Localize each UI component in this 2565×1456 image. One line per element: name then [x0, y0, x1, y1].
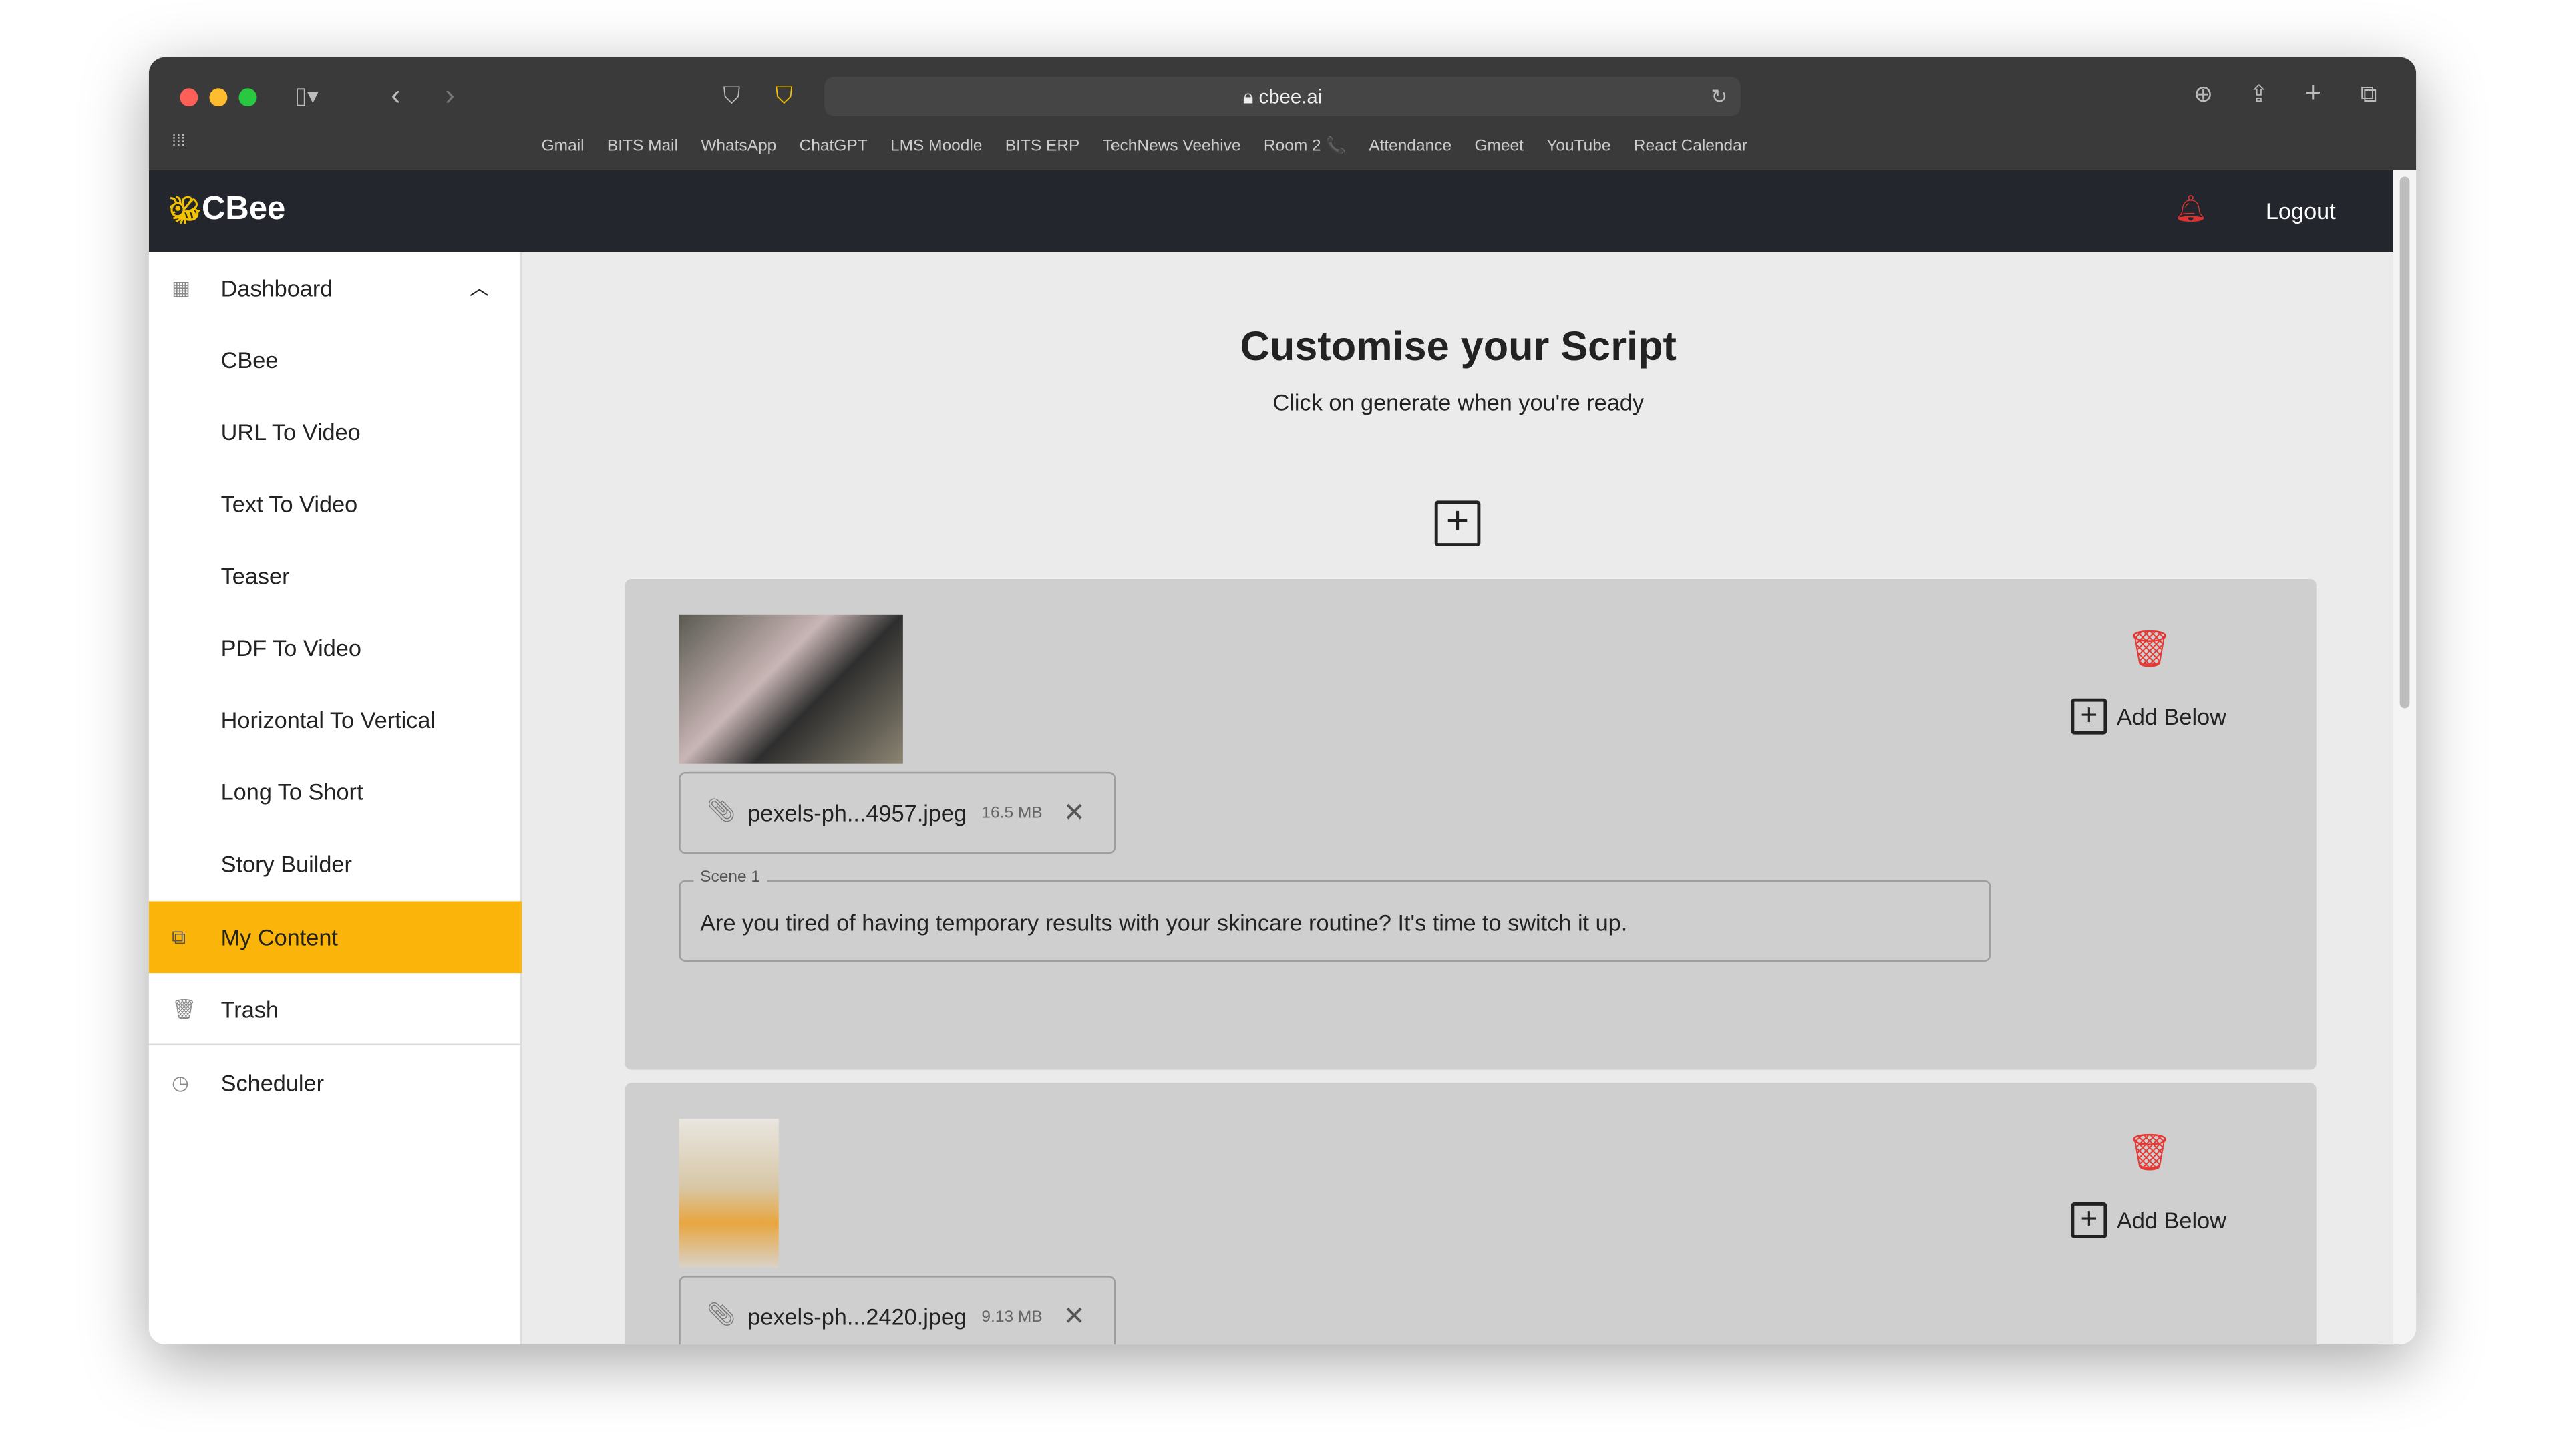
shield-icon[interactable]: ⛉ — [723, 81, 740, 110]
sidebar-item-long-to-short[interactable]: Long To Short — [149, 755, 522, 828]
label: Long To Short — [220, 778, 363, 805]
bookmark[interactable]: YouTube — [1546, 138, 1610, 156]
sidebar-item-trash[interactable]: 🗑︎ Trash — [148, 973, 522, 1045]
plus-square-icon: + — [2071, 1202, 2107, 1238]
adblock-shield-icon[interactable]: ⛉ — [776, 81, 793, 110]
bell-icon[interactable]: 🔔︎ — [2174, 193, 2208, 226]
label: Story Builder — [220, 850, 352, 877]
add-below-label: Add Below — [2117, 1207, 2226, 1234]
add-below-button[interactable]: + Add Below — [2071, 698, 2226, 735]
url-text: cbee.ai — [1258, 85, 1323, 108]
sidebar-item-cbee[interactable]: CBee — [149, 324, 522, 396]
page-title: Customise your Script — [1240, 323, 1677, 370]
tabs-overview-icon[interactable]: ⧉ — [2361, 80, 2377, 108]
file-name: pexels-ph...4957.jpeg — [747, 799, 967, 826]
bee-icon: 🐝︎ — [168, 198, 202, 226]
page-subtitle: Click on generate when you're ready — [1272, 389, 1645, 416]
paperclip-icon: 📎︎ — [706, 1300, 736, 1327]
back-icon[interactable]: ‹ — [391, 79, 401, 113]
minimize-window-button[interactable] — [209, 88, 228, 107]
add-below-label: Add Below — [2117, 703, 2226, 730]
sidebar-item-horizontal-to-vertical[interactable]: Horizontal To Vertical — [149, 684, 522, 756]
label: Horizontal To Vertical — [220, 706, 436, 733]
label: Trash — [220, 996, 279, 1023]
sidebar-item-url-to-video[interactable]: URL To Video — [149, 396, 522, 468]
app-header: 🐝︎CBee 🔔︎ Logout — [148, 170, 2393, 252]
logo[interactable]: 🐝︎CBee — [168, 192, 285, 229]
close-window-button[interactable] — [180, 88, 198, 107]
sidebar-item-dashboard[interactable]: ▦ Dashboard ︿ — [149, 252, 522, 324]
bookmark[interactable]: ChatGPT — [800, 138, 868, 156]
add-below-button[interactable]: + Add Below — [2071, 1202, 2226, 1238]
remove-file-icon[interactable]: ✕ — [1063, 1300, 1085, 1333]
sidebar: ▦ Dashboard ︿ CBee URL To Video Text To Vi… — [148, 252, 522, 1345]
label: URL To Video — [220, 418, 361, 445]
sidebar-item-pdf-to-video[interactable]: PDF To Video — [149, 612, 522, 684]
logo-text: CBee — [201, 191, 286, 228]
bookmark[interactable]: WhatsApp — [701, 138, 776, 156]
delete-scene-icon[interactable]: 🗑︎ — [2127, 1132, 2172, 1173]
browser-toolbar: ▯▾ ‹ › ⛉ ⛉ 🔒︎ cbee.ai ↻ ⊕ ⇪ + ⧉ ⁞⁞⁞ Gmail… — [148, 57, 2417, 170]
bookmark[interactable]: Attendance — [1369, 138, 1451, 156]
scrollbar[interactable] — [2393, 170, 2417, 1345]
sidebar-item-text-to-video[interactable]: Text To Video — [149, 468, 522, 540]
label: Text To Video — [220, 490, 358, 517]
bookmark[interactable]: TechNews Veehive — [1103, 138, 1241, 156]
scene-image — [679, 614, 903, 764]
bookmark[interactable]: LMS Moodle — [890, 138, 982, 156]
grid-icon: ▦ — [172, 276, 190, 300]
scene-text-field[interactable]: Scene 1 Are you tired of having temporar… — [679, 868, 1991, 962]
sidebar-item-story-builder[interactable]: Story Builder — [149, 828, 522, 900]
plus-square-icon: + — [2071, 698, 2107, 735]
bookmark[interactable]: BITS ERP — [1005, 138, 1080, 156]
bookmark[interactable]: Room 2 📞 — [1264, 138, 1346, 156]
remove-file-icon[interactable]: ✕ — [1063, 797, 1085, 830]
apps-grid-icon[interactable]: ⁞⁞⁞ — [172, 132, 185, 150]
chevron-up-icon[interactable]: ︿ — [470, 252, 489, 324]
scene-card: 📎︎ pexels-ph...4957.jpeg 16.5 MB ✕ Scene… — [625, 578, 2317, 1070]
file-chip: 📎︎ pexels-ph...2420.jpeg 9.13 MB ✕ — [679, 1276, 1116, 1345]
add-scene-button[interactable]: + — [1434, 500, 1481, 546]
clock-icon: ◷ — [172, 1071, 189, 1095]
delete-scene-icon[interactable]: 🗑︎ — [2127, 628, 2172, 669]
sidebar-item-scheduler[interactable]: ◷ Scheduler — [149, 1047, 522, 1119]
sidebar-item-teaser[interactable]: Teaser — [149, 540, 522, 612]
scene-card: 📎︎ pexels-ph...2420.jpeg 9.13 MB ✕ 🗑︎ + A… — [625, 1083, 2317, 1345]
forward-icon[interactable]: › — [445, 79, 455, 113]
new-tab-icon[interactable]: + — [2305, 77, 2321, 110]
file-size: 16.5 MB — [981, 804, 1043, 823]
bookmark[interactable]: Gmail — [542, 138, 584, 156]
paperclip-icon: 📎︎ — [706, 796, 736, 823]
maximize-window-button[interactable] — [238, 88, 257, 107]
label: PDF To Video — [220, 634, 361, 661]
main-content: Customise your Script Click on generate … — [524, 252, 2393, 1345]
content-icon: ⧉ — [172, 926, 186, 949]
label: Dashboard — [220, 275, 333, 301]
browser-window: ▯▾ ‹ › ⛉ ⛉ 🔒︎ cbee.ai ↻ ⊕ ⇪ + ⧉ ⁞⁞⁞ Gmail… — [148, 57, 2417, 1345]
trash-icon: 🗑︎ — [172, 997, 197, 1021]
bookmark[interactable]: BITS Mail — [607, 138, 678, 156]
download-icon[interactable]: ⊕ — [2194, 80, 2213, 108]
label: CBee — [220, 347, 279, 373]
file-name: pexels-ph...2420.jpeg — [747, 1303, 967, 1330]
scrollbar-thumb[interactable] — [2399, 176, 2410, 709]
label: My Content — [220, 924, 338, 950]
bookmark[interactable]: React Calendar — [1634, 138, 1747, 156]
scene-text[interactable]: Are you tired of having temporary result… — [700, 910, 1627, 936]
label: Scheduler — [220, 1069, 325, 1096]
logout-button[interactable]: Logout — [2266, 198, 2336, 224]
reload-icon[interactable]: ↻ — [1711, 77, 1728, 116]
sidebar-toggle-icon[interactable]: ▯▾ — [295, 81, 319, 110]
file-size: 9.13 MB — [981, 1308, 1043, 1327]
share-icon[interactable]: ⇪ — [2249, 80, 2268, 108]
lock-icon: 🔒︎ — [1242, 85, 1259, 108]
sidebar-item-my-content[interactable]: ⧉ My Content — [148, 901, 522, 974]
scene-label: Scene 1 — [693, 868, 767, 887]
file-chip: 📎︎ pexels-ph...4957.jpeg 16.5 MB ✕ — [679, 771, 1116, 854]
scene-image — [679, 1119, 779, 1268]
bookmark[interactable]: Gmeet — [1474, 138, 1524, 156]
label: Teaser — [220, 562, 290, 589]
bookmarks-bar: Gmail BITS Mail WhatsApp ChatGPT LMS Moo… — [542, 138, 1747, 156]
address-bar[interactable]: 🔒︎ cbee.ai ↻ — [824, 77, 1741, 116]
